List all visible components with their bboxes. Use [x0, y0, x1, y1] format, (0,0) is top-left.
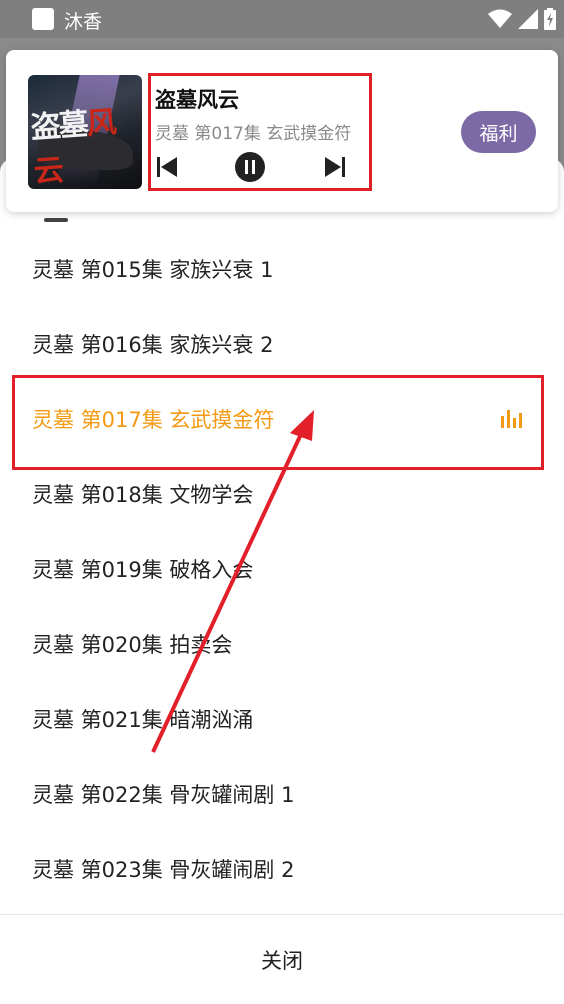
- episode-label: 灵墓 第023集 骨灰罐闹剧 2: [32, 858, 295, 882]
- episode-label: 灵墓 第020集 拍卖会: [32, 633, 233, 657]
- welfare-button[interactable]: 福利: [461, 111, 536, 153]
- wifi-icon: [488, 9, 512, 28]
- episode-label: 灵墓 第019集 破格入会: [32, 558, 254, 582]
- episode-item[interactable]: 灵墓 第019集 破格入会: [0, 530, 564, 605]
- episode-label: 灵墓 第018集 文物学会: [32, 483, 254, 507]
- episode-item[interactable]: 灵墓 第022集 骨灰罐闹剧 1: [0, 755, 564, 830]
- episode-label: 灵墓 第021集 暗潮汹涌: [32, 708, 254, 732]
- skip-next-icon[interactable]: [321, 152, 347, 182]
- status-app-name: 沐香: [64, 11, 103, 33]
- episode-label: 灵墓 第022集 骨灰罐闹剧 1: [32, 783, 295, 807]
- track-title: 盗墓风云: [155, 88, 239, 112]
- signal-icon: [518, 9, 538, 29]
- episode-item[interactable]: 灵墓 第021集 暗潮汹涌: [0, 680, 564, 755]
- player-info-highlight: 盗墓风云 灵墓 第017集 玄武摸金符: [148, 73, 372, 191]
- episode-item[interactable]: 灵墓 第016集 家族兴衰 2: [0, 305, 564, 380]
- cover-title: 盗墓风云: [29, 105, 116, 189]
- episode-item[interactable]: 灵墓 第015集 家族兴衰 1: [0, 230, 564, 305]
- drag-handle[interactable]: [44, 218, 68, 222]
- album-cover[interactable]: 盗墓风云: [28, 75, 142, 189]
- battery-icon: [544, 8, 556, 30]
- current-episode-highlight: [12, 375, 544, 470]
- episode-item[interactable]: 灵墓 第023集 骨灰罐闹剧 2: [0, 830, 564, 905]
- close-button[interactable]: 关闭: [0, 915, 564, 1004]
- episode-item[interactable]: 灵墓 第020集 拍卖会: [0, 605, 564, 680]
- mini-player[interactable]: 盗墓风云 盗墓风云 灵墓 第017集 玄武摸金符 福利: [6, 50, 558, 212]
- status-bar: 沐香: [0, 0, 564, 38]
- episode-label: 灵墓 第015集 家族兴衰 1: [32, 258, 274, 282]
- pause-icon[interactable]: [235, 152, 265, 182]
- episode-label: 灵墓 第016集 家族兴衰 2: [32, 333, 274, 357]
- app-icon: [32, 8, 54, 30]
- status-icons: [488, 8, 556, 30]
- track-subtitle: 灵墓 第017集 玄武摸金符: [155, 124, 352, 144]
- skip-previous-icon[interactable]: [155, 152, 181, 182]
